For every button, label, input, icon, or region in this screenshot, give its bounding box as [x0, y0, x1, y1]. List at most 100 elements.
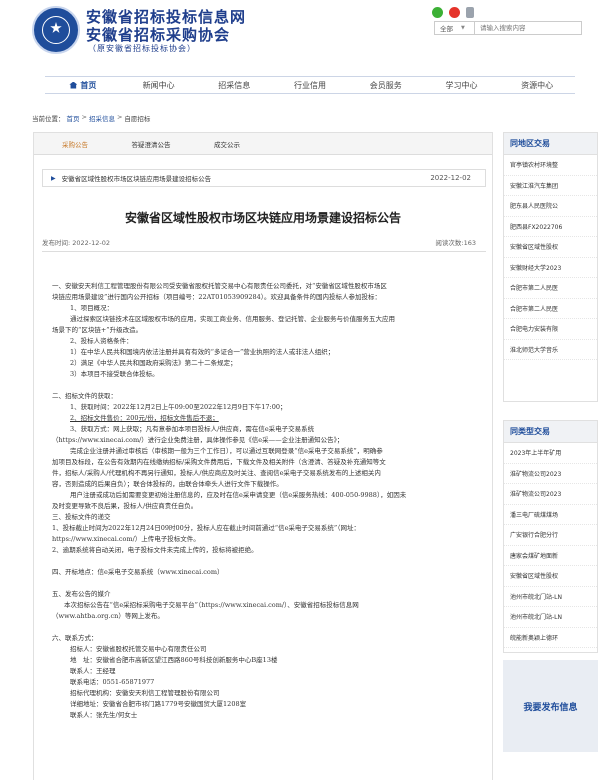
paragraph: https://www.xinecai.com/）上传电子投标文件。	[52, 535, 200, 543]
section-heading: 三、投标文件的递交	[52, 513, 111, 521]
sidebar-link[interactable]: 肥东县人民医院公	[504, 196, 597, 217]
mobile-icon[interactable]	[466, 7, 474, 18]
contact-line: 招标人：安徽省股权托管交易中心有限责任公司	[70, 645, 207, 653]
paragraph: 3）本项目不接受联合体投标。	[70, 370, 159, 378]
social-icons	[432, 7, 474, 18]
paragraph: 3、获取方式：网上获取；凡有意参加本项目投标人/供应商，需在信e采电子交易系统	[70, 425, 315, 433]
notice-title-bar[interactable]: ▶ 安徽省区域性股权市场区块链应用场景建设招标公告 2022-12-02	[42, 169, 486, 187]
sidebar-link[interactable]: 合肥电力安装有限	[504, 319, 597, 340]
breadcrumb-current: 自愿招标	[124, 115, 151, 123]
breadcrumb-sep: >	[81, 113, 87, 121]
sidebar-link[interactable]: 官亭镇农村环境整	[504, 155, 597, 176]
section-heading: 五、发布公告的媒介	[52, 590, 111, 598]
page-title: 安徽省区域性股权市场区块链应用场景建设招标公告	[124, 211, 401, 225]
breadcrumb: 当前位置： 首页 > 招采信息 > 自愿招标	[32, 113, 150, 123]
sidebar-link[interactable]: 淮矿物流公司2023	[504, 484, 597, 505]
contact-line: 联系人：王经理	[70, 667, 116, 675]
same-type-box: 同类型交易 2023年上半年矿用 淮矿物流公司2023 淮矿物流公司2023 潘…	[503, 420, 598, 653]
nav-item-credit[interactable]: 行业信用	[272, 77, 348, 93]
search-box: 全部 ▼	[434, 21, 582, 35]
site-title-line3: （原安徽省招标投标协会）	[88, 44, 196, 53]
breadcrumb-prefix: 当前位置：	[32, 115, 65, 123]
section-heading: 四、开标地点：信e采电子交易系统（www.xinecai.com）	[52, 568, 224, 576]
sidebar-link[interactable]: 池州市皖北门站-LN	[504, 587, 597, 607]
breadcrumb-procurement[interactable]: 招采信息	[89, 113, 115, 123]
paragraph: 加项目及标段，在公告有效期内在线缴纳招标/采购文件费用后，下载文件及相关附件（含…	[52, 458, 386, 466]
paragraph: 通过探索区块链技术在区域股权市场的应用，实现工商业务、信用服务、登记托管、企业服…	[70, 315, 395, 323]
triangle-right-icon: ▶	[51, 174, 56, 182]
paragraph: 2、投标人资格条件：	[70, 337, 133, 345]
paragraph: 一、安徽安天利信工程管理股份有限公司受安徽省股权托管交易中心有限责任公司委托，对…	[52, 282, 387, 290]
sidebar-link[interactable]: 2023年上半年矿用	[504, 443, 597, 464]
breadcrumb-sep: >	[116, 113, 123, 121]
breadcrumb-home[interactable]: 首页	[67, 113, 80, 123]
section-heading: 六、联系方式：	[52, 634, 98, 642]
paragraph: 场景下的“区块链+”升级改造。	[52, 326, 143, 334]
section-heading: 二、招标文件的获取：	[52, 392, 117, 400]
paragraph: 块链应用场景建设”进行国内公开招标（项目编号：22AT01053909284）。…	[52, 293, 382, 301]
paragraph: 2）满足《中华人民共和国政府采购法》第二十二条规定；	[70, 359, 237, 367]
nav-item-home[interactable]: 首页	[45, 77, 121, 93]
article-body: 一、安徽安天利信工程管理股份有限公司受安徽省股权托管交易中心有限责任公司委托，对…	[52, 281, 482, 721]
publish-info-button[interactable]: 我要发布信息	[503, 660, 598, 752]
nav-item-resources[interactable]: 资源中心	[499, 77, 575, 93]
contact-line: 联系人：张先生/何女士	[70, 711, 138, 719]
paragraph: 2、招标文件售价：200元/份，招标文件售后不退；	[70, 414, 219, 422]
publish-time: 发布时间: 2022-12-02	[42, 239, 111, 247]
right-sidebar: 同地区交易 官亭镇农村环境整 安徽江淮汽车集团 肥东县人民医院公 肥西县FX20…	[503, 132, 598, 752]
nav-item-news[interactable]: 新闻中心	[121, 77, 197, 93]
search-scope-select[interactable]: 全部 ▼	[435, 22, 475, 34]
sidebar-link[interactable]: 合肥市第二人民医	[504, 278, 597, 299]
paragraph: （https://www.xinecai.com/）进行企业免费注册，具体操作参…	[52, 436, 344, 444]
sidebar-link[interactable]: 池州市皖北门站-LN	[504, 607, 597, 628]
nav-item-procurement[interactable]: 招采信息	[196, 77, 272, 93]
site-logo[interactable]	[32, 6, 80, 54]
article-meta: 发布时间: 2022-12-02 阅读次数:163	[42, 237, 486, 247]
sidebar-link[interactable]: 唐家会煤矿地面新	[504, 546, 597, 566]
chevron-down-icon: ▼	[461, 25, 465, 31]
notice-title-bar-text: 安徽省区域性股权市场区块链应用场景建设招标公告	[61, 175, 212, 183]
sidebar-link[interactable]: 潘三电厂硫煤煤场	[504, 505, 597, 525]
article-panel: 采购公告 答疑澄清公告 成交公示 ▶ 安徽省区域性股权市场区块链应用场景建设招标…	[33, 132, 493, 780]
sidebar-link[interactable]: 淮矿物流公司2023	[504, 464, 597, 484]
search-scope-label: 全部	[440, 25, 453, 33]
sidebar-link[interactable]: 安徽省区域性股权	[504, 237, 597, 258]
nav-item-learning[interactable]: 学习中心	[424, 77, 500, 93]
divider	[42, 251, 486, 252]
paragraph: 1）在中华人民共和国境内依法注册并具有有效的“多证合一”营业执照的法人或非法人组…	[70, 348, 335, 356]
sidebar-link[interactable]: 肥西县FX2022706	[504, 217, 597, 237]
nav-item-member[interactable]: 会员服务	[348, 77, 424, 93]
nav-label: 首页	[80, 80, 97, 90]
paragraph: 及时变更导致不良后果，投标人/供应商责任自负。	[52, 502, 198, 510]
paragraph: 1、项目概况：	[70, 304, 114, 312]
sidebar-link[interactable]: 皖能新奥颖上德环	[504, 628, 597, 648]
site-title-line2: 安徽省招标采购协会	[86, 26, 231, 44]
same-region-box: 同地区交易 官亭镇农村环境整 安徽江淮汽车集团 肥东县人民医院公 肥西县FX20…	[503, 132, 598, 402]
sidebar-link[interactable]: 广安银行合肥分行	[504, 525, 597, 546]
contact-line: 联系电话：0551-65871977	[70, 678, 155, 686]
tab-award[interactable]: 成交公示	[192, 133, 262, 154]
paragraph: 2、逾期系统将自动关闭，电子投标文件未完成上传的，投标将被拒绝。	[52, 546, 258, 554]
paragraph: 1、获取时间：2022年12月2日上午09:00至2022年12月9日下午17:…	[70, 403, 287, 411]
wechat-icon[interactable]	[432, 7, 443, 18]
contact-line: 招标代理机构：安徽安天利信工程管理股份有限公司	[70, 689, 220, 697]
paragraph: （www.ahtba.org.cn）等网上发布。	[52, 612, 164, 620]
search-input[interactable]	[475, 22, 581, 34]
paragraph: 完成企业注册并通过审核后（审核期一般为三个工作日），可以通过互联网登录“信e采电…	[70, 447, 383, 455]
same-region-title: 同地区交易	[504, 133, 597, 155]
tab-procurement-notice[interactable]: 采购公告	[40, 133, 110, 154]
tab-clarification[interactable]: 答疑澄清公告	[116, 133, 186, 154]
contact-line: 详细地址：安徽省合肥市祁门路1779号安徽国贸大厦1208室	[70, 700, 247, 708]
sidebar-link[interactable]: 淮北师范大学音乐	[504, 340, 597, 360]
weibo-icon[interactable]	[449, 7, 460, 18]
sidebar-link[interactable]: 安徽财经大学2023	[504, 258, 597, 278]
paragraph: 容，否则造成的后果自负）；联合体投标的，由联合体牵头人进行文件下载操作。	[52, 480, 283, 488]
sidebar-link[interactable]: 安徽江淮汽车集团	[504, 176, 597, 196]
sidebar-link[interactable]: 合肥市第二人民医	[504, 299, 597, 319]
paragraph: 用户注册或成功后如需要变更初始注册信息的，应及时在信e采申请变更（信e采服务热线…	[70, 491, 407, 499]
sidebar-link[interactable]: 安徽省区域性股权	[504, 566, 597, 587]
paragraph: 件，招标人/采购人/代理机构不再另行通知，投标人/供应商应及时关注、查阅信e采电…	[52, 469, 381, 477]
site-header: 安徽省招标投标信息网 安徽省招标采购协会 （原安徽省招标投标协会） 全部 ▼	[0, 0, 600, 62]
same-type-title: 同类型交易	[504, 421, 597, 443]
contact-line: 地 址：安徽省合肥市高新区望江西路860号科技创新服务中心B座13楼	[70, 656, 278, 664]
